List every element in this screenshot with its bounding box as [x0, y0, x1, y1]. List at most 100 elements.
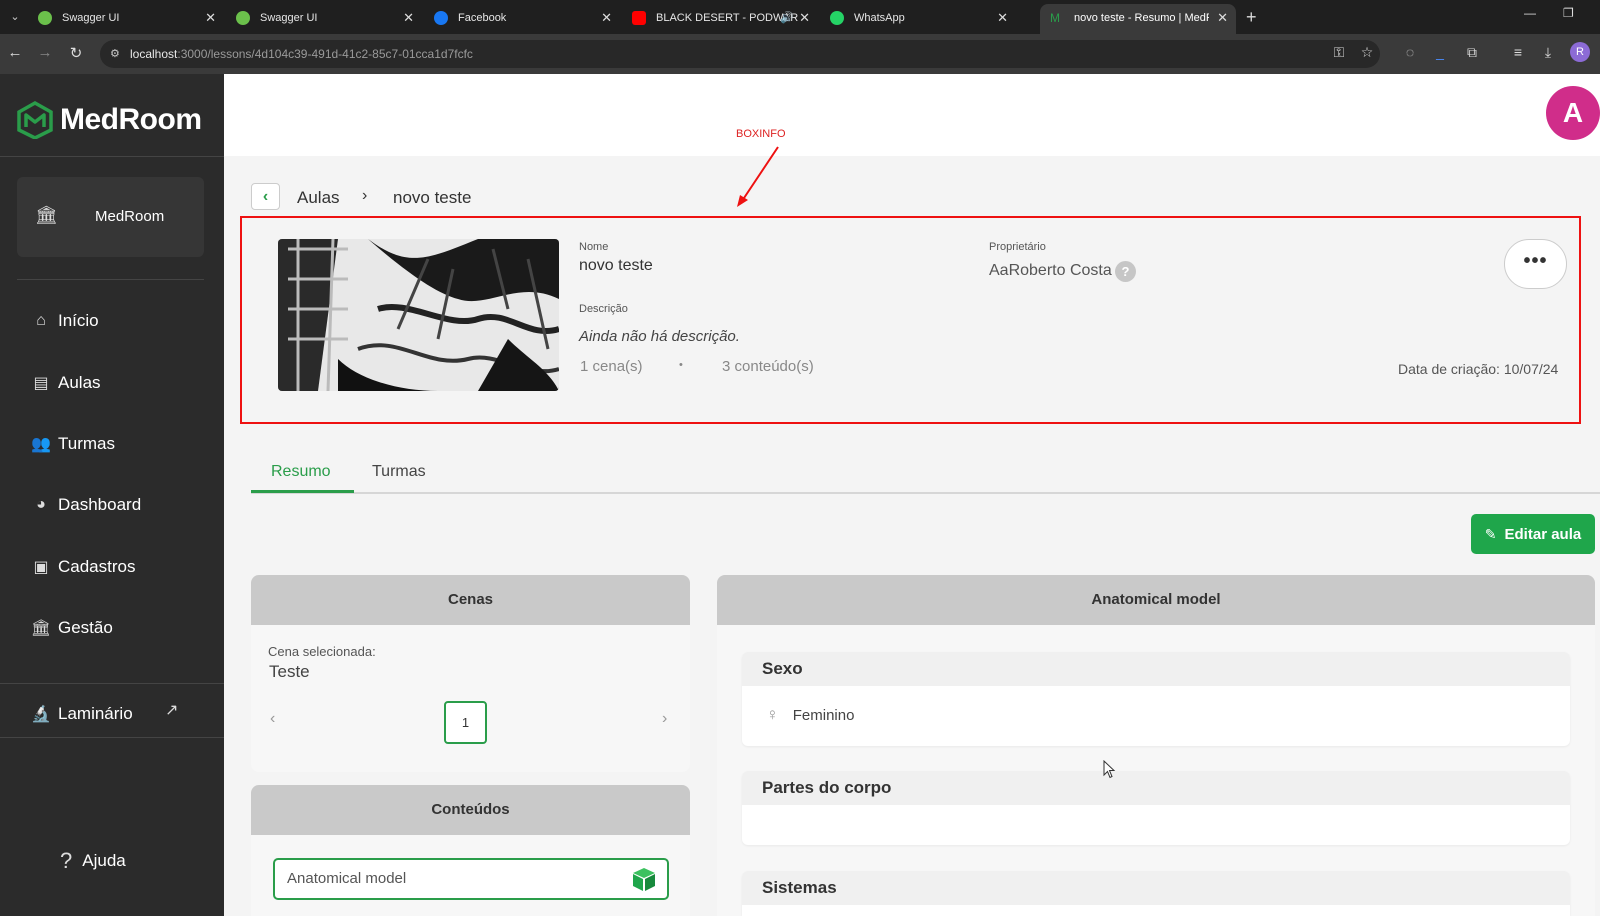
sex-value: Feminino: [792, 706, 855, 724]
sex-card: Sexo: [742, 652, 1570, 746]
sidebar-item-label: Turmas: [58, 434, 115, 453]
download-icon[interactable]: ⤓: [1538, 44, 1558, 61]
swagger-favicon-icon: [38, 11, 52, 25]
youtube-favicon-icon: [632, 11, 646, 25]
sidebar: MedRoom 🏛 MedRoom ⌂ Início ▤ Aulas 👥 Tur…: [0, 74, 224, 916]
url-host: localhost: [130, 47, 178, 61]
content-item[interactable]: Anatomical model: [273, 858, 669, 900]
breadcrumb-current: novo teste: [393, 188, 472, 207]
tab-resumo[interactable]: Resumo: [271, 463, 331, 481]
lesson-thumbnail: [278, 239, 559, 391]
pencil-icon: ✎: [1484, 525, 1497, 542]
restore-icon[interactable]: ❐: [1563, 6, 1574, 20]
selected-scene-value: Teste: [269, 662, 310, 681]
breadcrumb-aulas[interactable]: Aulas: [297, 188, 340, 208]
cube-icon: [633, 868, 655, 891]
tab-title: WhatsApp: [854, 12, 905, 24]
sidebar-item-dashboard[interactable]: ◕ Dashboard: [30, 492, 141, 518]
top-header: [224, 74, 1600, 156]
organization-selector[interactable]: 🏛 MedRoom: [17, 177, 204, 257]
sidebar-item-aulas[interactable]: ▤ Aulas: [30, 370, 101, 396]
browser-tab[interactable]: WhatsApp ✕: [820, 4, 1016, 34]
chevron-right-icon[interactable]: ›: [662, 710, 667, 728]
reload-icon[interactable]: ↻: [66, 44, 86, 62]
browser-tab[interactable]: Swagger UI ✕: [28, 4, 224, 34]
close-tab-icon[interactable]: ✕: [205, 4, 216, 32]
forward-icon[interactable]: →: [35, 44, 55, 61]
chevron-right-icon: ›: [362, 187, 368, 204]
extension-bulb-icon[interactable]: ◌: [1400, 44, 1420, 60]
address-bar[interactable]: ⚙ localhost:3000/lessons/4d104c39-491d-4…: [100, 40, 1380, 68]
medroom-favicon-icon: M: [1050, 11, 1060, 25]
annotation-arrow-icon: [737, 146, 779, 207]
sidebar-item-label: Aulas: [58, 373, 101, 392]
site-info-icon[interactable]: ⚙: [110, 40, 120, 68]
scenes-count: 1 cena(s): [580, 358, 643, 375]
chevron-left-icon[interactable]: ‹: [270, 710, 275, 728]
lesson-owner: AaRoberto Costa: [989, 262, 1112, 279]
new-tab-icon[interactable]: +: [1246, 6, 1257, 28]
tab-search-icon[interactable]: ⌄: [6, 8, 24, 26]
help-link[interactable]: ? Ajuda: [60, 848, 126, 874]
sidebar-divider: [0, 156, 224, 157]
minimize-icon[interactable]: —: [1524, 6, 1536, 20]
media-control-icon[interactable]: ≡: [1508, 44, 1528, 60]
sidebar-item-label: Laminário: [58, 704, 133, 723]
lesson-description: Ainda não há descrição.: [579, 328, 740, 345]
sidebar-item-label: Cadastros: [58, 557, 136, 576]
tab-title: BLACK DESERT - PODWAR: [656, 12, 799, 24]
sex-title: Sexo: [742, 652, 1570, 686]
browser-tab[interactable]: Swagger UI ✕: [226, 4, 422, 34]
medroom-logo-icon: [17, 101, 53, 139]
tabs-divider: [251, 492, 1600, 494]
back-button[interactable]: ‹: [251, 183, 280, 210]
bookmark-star-icon[interactable]: ☆: [1357, 44, 1377, 61]
tab-title: Swagger UI: [62, 12, 120, 24]
body-parts-card: Partes do corpo: [742, 771, 1570, 845]
sidebar-item-inicio[interactable]: ⌂ Início: [30, 308, 98, 334]
bank-icon: 🏛: [35, 205, 58, 225]
extension-line-icon[interactable]: _: [1430, 44, 1450, 60]
browser-toolbar: ← → ↻ ⚙ localhost:3000/lessons/4d104c39-…: [0, 34, 1600, 74]
swagger-favicon-icon: [236, 11, 250, 25]
anatomical-model-title: Anatomical model: [717, 575, 1595, 625]
thumbnail-image: [278, 239, 559, 391]
close-tab-icon[interactable]: ✕: [403, 4, 414, 32]
external-link-icon[interactable]: ↗: [165, 700, 178, 720]
sidebar-item-label: Dashboard: [58, 495, 142, 514]
close-tab-icon[interactable]: ✕: [1217, 4, 1228, 32]
female-icon: ♀: [766, 705, 779, 724]
help-circle-icon[interactable]: ?: [1115, 261, 1136, 282]
tab-turmas[interactable]: Turmas: [372, 463, 426, 481]
url-path: :3000/lessons/4d104c39-491d-41c2-85c7-01…: [177, 47, 473, 61]
close-tab-icon[interactable]: ✕: [997, 4, 1008, 32]
key-icon[interactable]: ⚿: [1329, 44, 1349, 61]
more-options-button[interactable]: •••: [1504, 239, 1567, 289]
whatsapp-favicon-icon: [830, 11, 844, 25]
extensions-puzzle-icon[interactable]: ⧉: [1462, 44, 1482, 61]
speaker-icon[interactable]: 🔊: [780, 4, 794, 32]
edit-lesson-button[interactable]: ✎ Editar aula: [1471, 514, 1595, 554]
sidebar-item-cadastros[interactable]: ▣ Cadastros: [30, 554, 135, 580]
name-label: Nome: [579, 241, 609, 253]
systems-title: Sistemas: [742, 871, 1570, 905]
tab-title: Swagger UI: [260, 12, 318, 24]
browser-tab[interactable]: Facebook ✕: [424, 4, 620, 34]
close-tab-icon[interactable]: ✕: [601, 4, 612, 32]
browser-tab[interactable]: BLACK DESERT - PODWAR 🔊 ✕: [622, 4, 818, 34]
medroom-logo[interactable]: MedRoom: [16, 98, 202, 142]
sidebar-item-turmas[interactable]: 👥 Turmas: [30, 431, 115, 457]
tab-title: novo teste - Resumo | MedRoom: [1074, 12, 1209, 24]
browser-tab-active[interactable]: M novo teste - Resumo | MedRoom ✕: [1040, 4, 1236, 34]
scene-page-1[interactable]: 1: [444, 701, 487, 744]
question-icon: ?: [60, 848, 73, 873]
user-avatar[interactable]: A: [1546, 86, 1600, 140]
back-icon[interactable]: ←: [5, 44, 25, 61]
sidebar-item-laminario[interactable]: 🔬 Laminário: [30, 701, 133, 727]
sidebar-item-label: Gestão: [58, 618, 113, 637]
sidebar-item-gestao[interactable]: 🏛 Gestão: [30, 615, 113, 641]
users-icon: 👥: [31, 436, 51, 453]
edit-lesson-label: Editar aula: [1504, 525, 1582, 543]
browser-profile-avatar[interactable]: R: [1570, 42, 1590, 62]
close-tab-icon[interactable]: ✕: [799, 4, 810, 32]
